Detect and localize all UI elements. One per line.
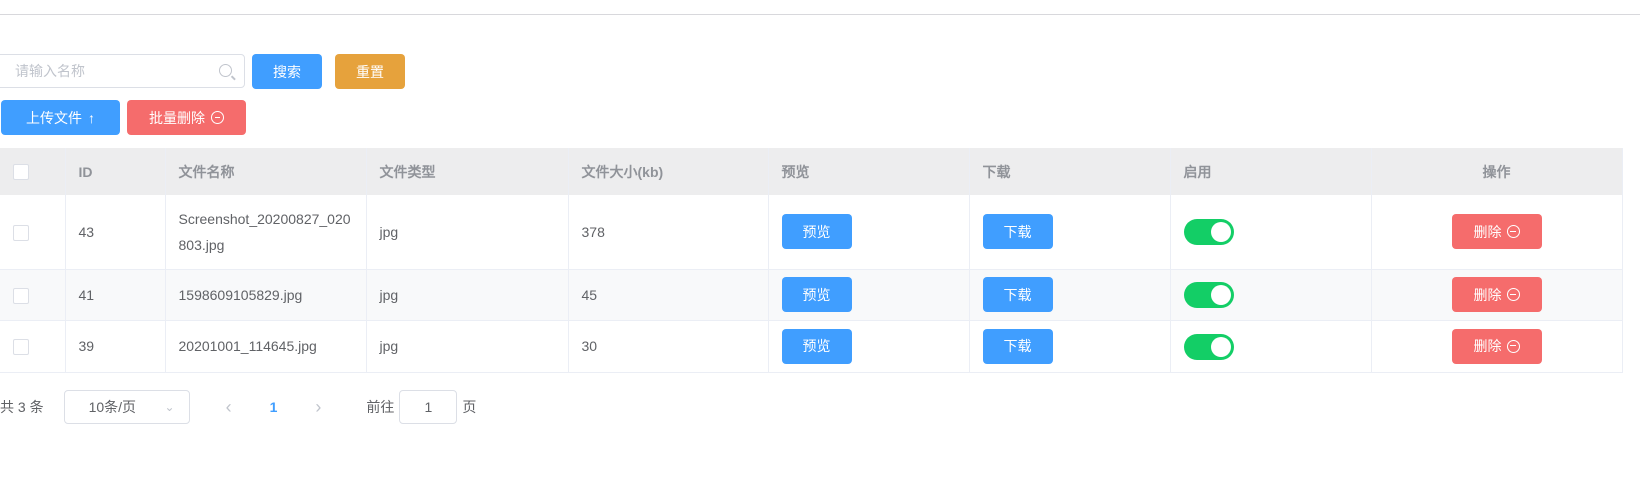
goto-page-input[interactable]: 1 <box>399 390 458 424</box>
batch-delete-label: 批量删除 <box>149 109 205 126</box>
next-page-icon[interactable]: › <box>315 397 321 418</box>
download-button[interactable]: 下载 <box>982 214 1053 250</box>
row-checkbox[interactable] <box>13 225 29 242</box>
page-size-select[interactable]: 10条/页 ⌄ <box>63 390 190 424</box>
cell-size: 45 <box>568 269 769 321</box>
delete-button[interactable]: 删除 <box>1451 277 1542 312</box>
table-header: ID 文件名称 文件类型 文件大小(kb) 预览 下载 启用 操作 <box>0 148 1623 195</box>
preview-button[interactable]: 预览 <box>781 214 852 250</box>
cell-type: jpg <box>366 320 569 373</box>
header-enabled: 启用 <box>1170 148 1372 195</box>
cell-size: 30 <box>568 320 769 373</box>
minus-circle-icon <box>211 111 224 124</box>
preview-button[interactable]: 预览 <box>781 328 852 364</box>
pagination: 共 3 条 10条/页 ⌄ ‹ 1 › 前往 1 页 <box>0 390 476 424</box>
cell-type: jpg <box>366 195 569 270</box>
delete-label: 删除 <box>1473 338 1502 354</box>
select-all-checkbox[interactable] <box>13 164 29 181</box>
cell-id: 43 <box>65 195 166 270</box>
cell-type: jpg <box>366 269 569 321</box>
row-checkbox[interactable] <box>13 339 29 356</box>
search-field[interactable] <box>0 54 245 88</box>
search-button[interactable]: 搜索 <box>252 54 322 89</box>
enabled-toggle[interactable] <box>1183 333 1234 360</box>
minus-circle-icon <box>1506 225 1520 239</box>
delete-label: 删除 <box>1473 286 1502 303</box>
page-suffix: 页 <box>462 399 477 415</box>
table-row: 41 1598609105829.jpg jpg 45 预览 下载 删除 <box>0 269 1623 321</box>
cell-name: Screenshot_20200827_020803.jpg <box>165 195 367 270</box>
reset-button[interactable]: 重置 <box>335 54 405 89</box>
delete-button[interactable]: 删除 <box>1451 328 1542 364</box>
header-preview: 预览 <box>768 148 970 195</box>
enabled-toggle[interactable] <box>1183 219 1234 246</box>
search-input[interactable] <box>15 55 215 87</box>
batch-delete-button[interactable]: 批量删除 <box>127 100 246 135</box>
prev-page-icon[interactable]: ‹ <box>226 397 232 418</box>
goto-label: 前往 <box>366 399 395 415</box>
download-button[interactable]: 下载 <box>982 277 1053 312</box>
enabled-toggle[interactable] <box>1183 282 1234 309</box>
file-table: ID 文件名称 文件类型 文件大小(kb) 预览 下载 启用 操作 43 Scr… <box>0 148 1623 373</box>
header-size: 文件大小(kb) <box>568 148 769 195</box>
header-type: 文件类型 <box>366 148 569 195</box>
search-icon[interactable] <box>219 64 232 77</box>
upload-label: 上传文件 <box>26 109 82 126</box>
top-divider <box>0 14 1640 15</box>
row-checkbox[interactable] <box>13 287 29 304</box>
table-row: 39 20201001_114645.jpg jpg 30 预览 下载 删除 <box>0 320 1623 373</box>
header-download: 下载 <box>969 148 1171 195</box>
minus-circle-icon <box>1506 339 1520 353</box>
header-id: ID <box>65 148 166 195</box>
header-actions: 操作 <box>1371 148 1623 195</box>
page-size-value: 10条/页 <box>88 399 137 415</box>
cell-id: 41 <box>65 269 166 321</box>
cell-name: 20201001_114645.jpg <box>165 320 367 373</box>
upload-file-button[interactable]: 上传文件 ↑ <box>1 100 120 135</box>
cell-name: 1598609105829.jpg <box>165 269 367 321</box>
cell-id: 39 <box>65 320 166 373</box>
download-button[interactable]: 下载 <box>982 328 1053 364</box>
page-number-1[interactable]: 1 <box>270 399 278 415</box>
delete-label: 删除 <box>1473 223 1502 240</box>
cell-size: 378 <box>568 195 769 270</box>
delete-button[interactable]: 删除 <box>1451 214 1542 250</box>
arrow-up-icon: ↑ <box>88 109 95 126</box>
table-row: 43 Screenshot_20200827_020803.jpg jpg 37… <box>0 195 1623 270</box>
preview-button[interactable]: 预览 <box>781 277 852 312</box>
minus-circle-icon <box>1506 288 1520 301</box>
header-name: 文件名称 <box>165 148 367 195</box>
chevron-down-icon: ⌄ <box>164 400 175 414</box>
total-count: 共 3 条 <box>0 399 44 415</box>
